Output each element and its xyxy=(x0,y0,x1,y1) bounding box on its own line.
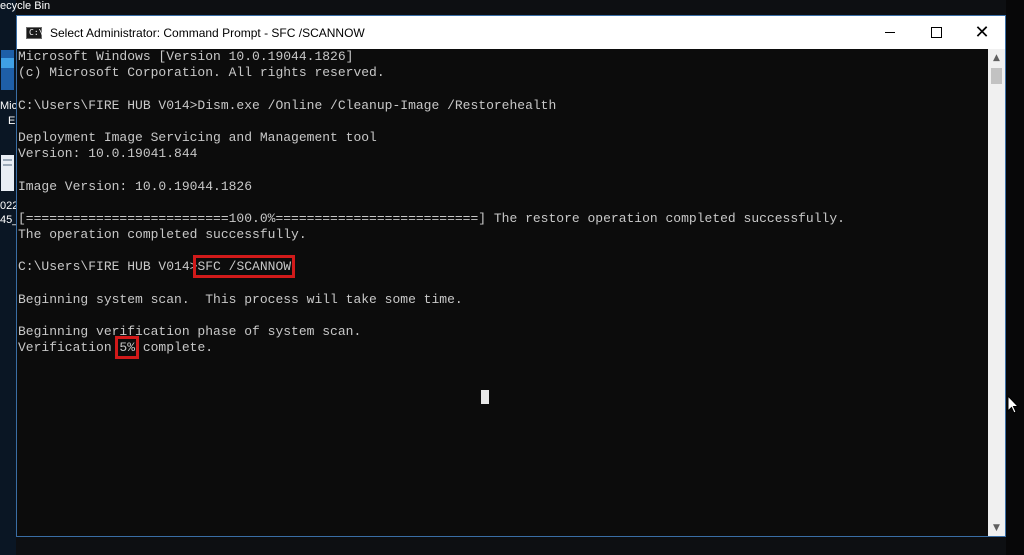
prompt-prefix: C:\Users\FIRE HUB V014> xyxy=(18,259,198,275)
console-line: C:\Users\FIRE HUB V014>Dism.exe /Online … xyxy=(18,97,557,113)
sfc-scannow-command: SFC /SCANNOW xyxy=(193,255,296,279)
window-controls: ✕ xyxy=(867,16,1005,49)
mouse-pointer-icon xyxy=(1007,395,1019,414)
console-line: The operation completed successfully. xyxy=(18,227,307,243)
edge-label-1: Mic xyxy=(0,100,18,112)
maximize-button[interactable] xyxy=(913,16,959,49)
console-line: Version: 10.0.19041.844 xyxy=(18,146,198,162)
verification-prefix: Verification xyxy=(18,340,120,356)
console-line: Beginning system scan. This process will… xyxy=(18,291,463,307)
cmd-icon: C:\ xyxy=(26,26,43,39)
console-line: Image Version: 10.0.19044.1826 xyxy=(18,178,253,194)
command-prompt-window[interactable]: C:\ Select Administrator: Command Prompt… xyxy=(16,15,1006,537)
maximize-icon xyxy=(930,27,942,38)
verification-suffix: complete. xyxy=(135,340,214,356)
close-icon: ✕ xyxy=(974,22,990,43)
console-line: Beginning verification phase of system s… xyxy=(18,324,362,340)
title-bar[interactable]: C:\ Select Administrator: Command Prompt… xyxy=(17,16,1005,49)
console-line: [==========================100.0%=======… xyxy=(18,210,845,226)
text-cursor xyxy=(481,390,489,404)
vertical-scrollbar[interactable]: ▲ ▼ xyxy=(988,49,1005,536)
edge-desktop-icon[interactable] xyxy=(0,50,14,90)
scroll-thumb[interactable] xyxy=(991,68,1002,84)
console-line: Deployment Image Servicing and Managemen… xyxy=(18,129,377,145)
verification-percent: 5% xyxy=(115,336,139,360)
minimize-button[interactable] xyxy=(867,16,913,49)
edge-label-2: E xyxy=(8,115,16,127)
verification-line: Verification 5% complete. xyxy=(18,336,989,360)
console-line: (c) Microsoft Corporation. All rights re… xyxy=(18,65,385,81)
file-desktop-icon[interactable] xyxy=(0,155,14,191)
close-button[interactable]: ✕ xyxy=(959,16,1005,49)
window-title: Select Administrator: Command Prompt - S… xyxy=(50,25,365,40)
console-line: Microsoft Windows [Version 10.0.19044.18… xyxy=(18,49,354,64)
scroll-down-arrow-icon[interactable]: ▼ xyxy=(988,519,1005,536)
console-output[interactable]: Microsoft Windows [Version 10.0.19044.18… xyxy=(17,49,989,536)
recycle-bin-label[interactable]: ecycle Bin xyxy=(0,0,50,12)
desktop-right-strip xyxy=(1006,0,1024,555)
sfc-command-line: C:\Users\FIRE HUB V014>SFC /SCANNOW xyxy=(18,255,989,279)
scroll-up-arrow-icon[interactable]: ▲ xyxy=(988,49,1005,66)
minimize-icon xyxy=(885,32,895,33)
